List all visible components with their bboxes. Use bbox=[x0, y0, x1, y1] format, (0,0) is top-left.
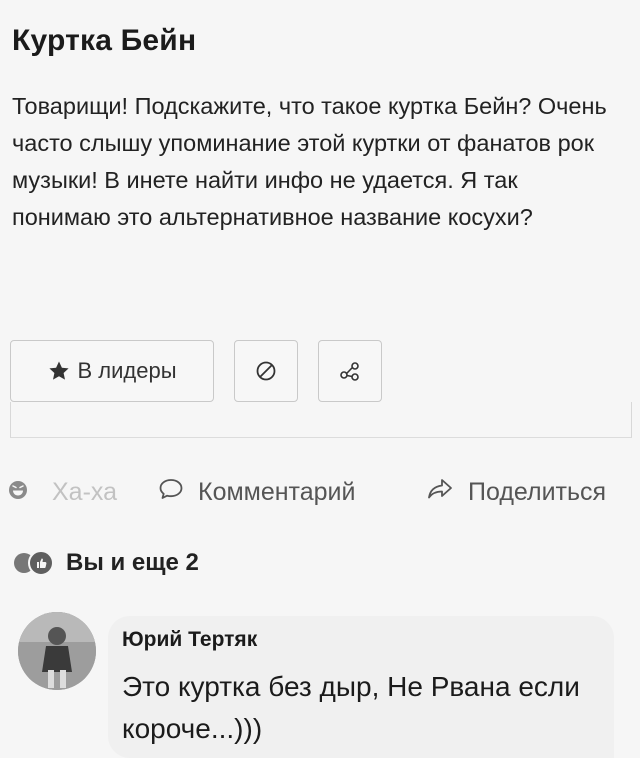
comment-action[interactable]: Комментарий bbox=[158, 477, 355, 508]
block-icon bbox=[255, 360, 277, 382]
like-reaction-icon bbox=[28, 550, 54, 576]
avatar[interactable] bbox=[18, 612, 96, 690]
question-title: Куртка Бейн bbox=[12, 24, 197, 57]
leaders-button-label: В лидеры bbox=[77, 358, 177, 383]
comment-icon bbox=[158, 477, 184, 508]
reaction-summary-text: Вы и еще 2 bbox=[66, 549, 199, 576]
share-icon bbox=[339, 360, 361, 382]
post-page: Куртка Бейн Товарищи! Подскажите, что та… bbox=[0, 0, 640, 758]
haha-action-label: Ха-ха bbox=[52, 477, 118, 506]
reaction-summary[interactable]: Вы и еще 2 bbox=[14, 549, 199, 577]
share-action[interactable]: Поделиться bbox=[426, 477, 606, 508]
haha-action[interactable]: Ха-ха bbox=[8, 478, 117, 507]
comment-action-label: Комментарий bbox=[198, 477, 356, 506]
block-button[interactable] bbox=[234, 340, 298, 402]
question-body: Товарищи! Подскажите, что такое куртка Б… bbox=[12, 93, 607, 230]
post-card-border bbox=[10, 402, 632, 438]
share-button[interactable] bbox=[318, 340, 382, 402]
share-action-label: Поделиться bbox=[468, 477, 607, 506]
leaders-button[interactable]: В лидеры bbox=[10, 340, 214, 402]
reaction-icons bbox=[14, 550, 54, 576]
question-toolbar: В лидеры bbox=[10, 340, 382, 402]
share-arrow-icon bbox=[426, 477, 454, 508]
comment-author[interactable]: Юрий Тертяк bbox=[122, 628, 257, 652]
post-actions-bar: Ха-ха Комментарий Поделиться bbox=[0, 472, 640, 512]
star-icon bbox=[47, 359, 71, 383]
comment-text: Это куртка без дыр, Не Рвана если короче… bbox=[122, 671, 580, 744]
haha-icon bbox=[8, 478, 28, 507]
